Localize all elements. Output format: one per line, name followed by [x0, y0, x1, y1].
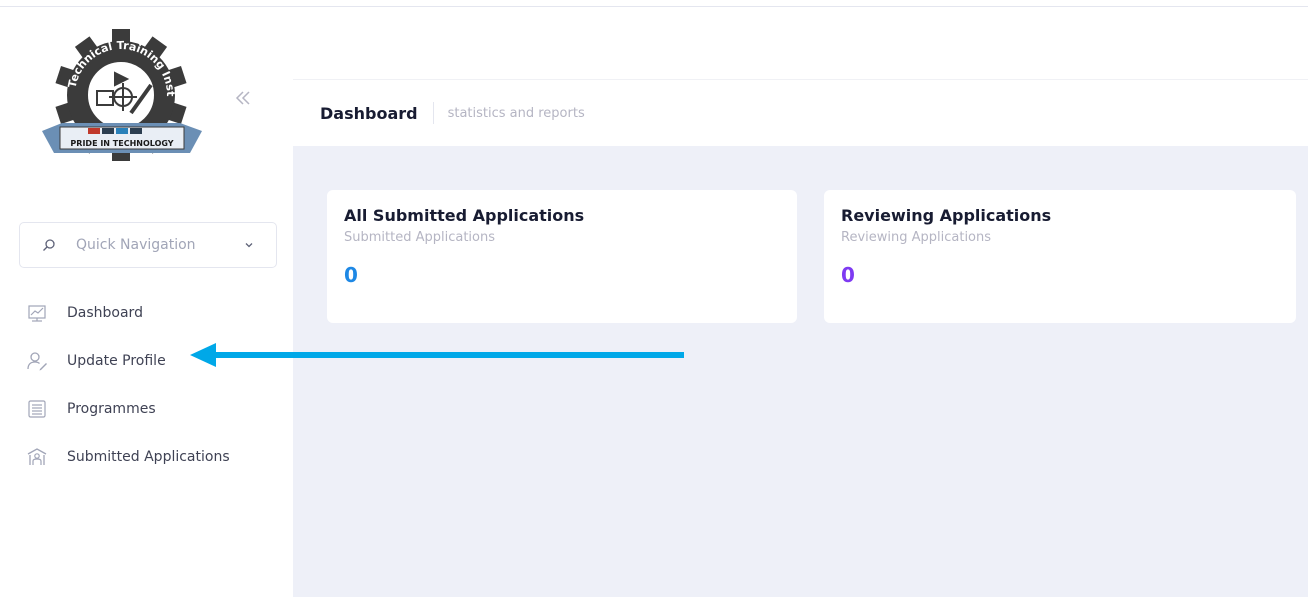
stat-card-reviewing[interactable]: Reviewing Applications Reviewing Applica… [824, 190, 1296, 323]
logo-motto: PRIDE IN TECHNOLOGY [70, 139, 173, 148]
card-title: Reviewing Applications [841, 206, 1052, 225]
sidebar-item-label: Dashboard [67, 305, 143, 321]
sidebar-item-label: Update Profile [67, 353, 166, 369]
card-value: 0 [344, 263, 358, 287]
sidebar: Thika Technical Training Institute PRIDE… [0, 7, 293, 597]
chart-icon [28, 305, 46, 322]
page-title: Dashboard [320, 103, 418, 123]
annotation-arrow-icon [190, 343, 684, 367]
header-separator [432, 102, 434, 124]
sidebar-item-programmes[interactable]: Programmes [0, 385, 293, 433]
quick-navigation-label: Quick Navigation [76, 237, 196, 253]
card-subtitle: Submitted Applications [344, 230, 496, 245]
main-content: Dashboard statistics and reports All Sub… [293, 79, 1308, 597]
sidebar-nav: Dashboard Update Profile Programmes Subm… [0, 289, 293, 481]
institution-icon [27, 448, 47, 465]
page-description: statistics and reports [447, 105, 585, 121]
card-value: 0 [841, 263, 855, 287]
sidebar-item-label: Programmes [67, 401, 156, 417]
sidebar-item-label: Submitted Applications [67, 449, 230, 465]
subheader: Dashboard statistics and reports [293, 79, 1308, 146]
sidebar-item-dashboard[interactable]: Dashboard [0, 289, 293, 337]
search-icon [43, 239, 55, 251]
list-icon [28, 400, 46, 418]
card-title: All Submitted Applications [344, 206, 585, 225]
institution-logo[interactable]: Thika Technical Training Institute PRIDE… [26, 17, 212, 167]
sidebar-item-submitted-applications[interactable]: Submitted Applications [0, 433, 293, 481]
chevron-down-icon [245, 243, 253, 248]
stat-card-submitted[interactable]: All Submitted Applications Submitted App… [327, 190, 797, 323]
user-edit-icon [27, 352, 47, 371]
quick-navigation-dropdown[interactable]: Quick Navigation [19, 222, 277, 268]
double-chevron-left-icon[interactable] [234, 89, 252, 111]
card-subtitle: Reviewing Applications [841, 230, 992, 245]
